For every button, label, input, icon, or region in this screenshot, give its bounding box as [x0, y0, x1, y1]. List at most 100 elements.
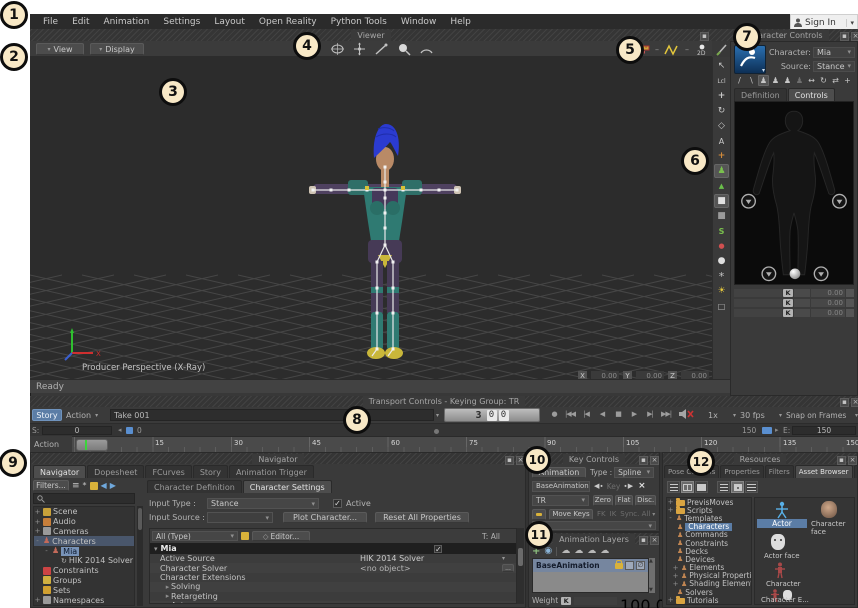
mirror-icon[interactable]: ↔: [806, 75, 817, 86]
lock-icon[interactable]: [241, 532, 249, 540]
zoom-icon[interactable]: [397, 42, 411, 56]
cube-secondary-icon[interactable]: ■: [714, 209, 729, 223]
local-global-toggle-icon[interactable]: Lcl: [714, 74, 729, 88]
tab-fcurves[interactable]: FCurves: [145, 465, 191, 478]
object-header-row[interactable]: ▾ Mia ✓: [150, 543, 516, 554]
loop-marker-icon[interactable]: [126, 427, 133, 434]
character-face-asset-icon[interactable]: [821, 501, 837, 518]
right-foot-effector-button[interactable]: [814, 267, 828, 281]
eye-icon[interactable]: ◉: [544, 546, 552, 556]
chevron-down-icon[interactable]: ▾: [502, 555, 516, 562]
right-hand-effector-button[interactable]: [833, 194, 847, 208]
pan-icon[interactable]: [353, 42, 366, 56]
delete-layer-icon[interactable]: ☁: [600, 546, 609, 556]
key-button[interactable]: K: [783, 299, 793, 307]
pin-translate-icon[interactable]: ⇄: [830, 75, 841, 86]
prop-value[interactable]: <no object>: [360, 564, 502, 573]
sign-in-caret-icon[interactable]: ▾: [846, 19, 854, 27]
collapse-icon[interactable]: ◂: [118, 426, 122, 434]
source-dropdown[interactable]: Stance: [813, 61, 855, 72]
character-model-mia[interactable]: [309, 124, 461, 359]
tab-asset-browser[interactable]: Asset Browser: [795, 465, 853, 478]
rotate-mode-icon[interactable]: ↻: [818, 75, 829, 86]
2d-display-icon[interactable]: 2D: [694, 44, 710, 56]
browse-button[interactable]: ...: [502, 564, 514, 572]
scrollbar-thumb[interactable]: [138, 508, 142, 530]
rotate-tool-icon[interactable]: ↻: [714, 104, 729, 118]
menu-item-python-tools[interactable]: Python Tools: [324, 17, 394, 27]
prop-value[interactable]: HIK 2014 Solver: [360, 554, 502, 563]
skeleton-mode-icon[interactable]: ♟: [794, 75, 805, 86]
menu-item-window[interactable]: Window: [394, 17, 444, 27]
expand-icon[interactable]: ▸: [775, 426, 779, 434]
layers-scrollbar[interactable]: ▲ ▼: [649, 558, 655, 593]
range-slider-handle[interactable]: [762, 427, 772, 434]
merge-layer-icon[interactable]: ☁: [574, 546, 583, 556]
tab-character-definition[interactable]: Character Definition: [147, 480, 242, 493]
tab-groups[interactable]: Groups: [854, 465, 858, 478]
expand-icon[interactable]: ▸: [164, 592, 171, 600]
pin-icon[interactable]: [639, 536, 648, 545]
tree-item-hik-solver[interactable]: ↻HIK 2014 Solver: [34, 556, 134, 566]
detail-view-icon[interactable]: [745, 481, 758, 493]
reach-field[interactable]: [734, 299, 782, 307]
prop-row-solving[interactable]: ▸Solving: [150, 582, 516, 591]
disc-button[interactable]: Disc.: [635, 495, 656, 506]
expand-icon[interactable]: ▸: [164, 602, 171, 604]
full-body-icon[interactable]: ♟: [758, 75, 769, 86]
pin-icon[interactable]: [840, 32, 849, 41]
close-icon[interactable]: [848, 456, 857, 465]
menu-item-help[interactable]: Help: [443, 17, 478, 27]
slider-cell[interactable]: [794, 299, 810, 307]
layer-row-base-animation[interactable]: BaseAnimation ∅: [533, 559, 648, 572]
zero-button[interactable]: Zero: [593, 495, 613, 506]
annotate-tool-icon[interactable]: A: [714, 134, 729, 148]
take-field[interactable]: Take 001: [110, 409, 434, 421]
timeline-scroll-dot[interactable]: [434, 429, 439, 434]
asset-item-character-face[interactable]: Character face: [811, 520, 854, 536]
prop-row-retargeting[interactable]: ▸Retargeting: [150, 592, 516, 601]
display-dropdown-button[interactable]: ▾ Display: [90, 43, 144, 55]
tree-item-prevismoves[interactable]: +PrevisMoves: [667, 498, 751, 506]
speed-dropdown[interactable]: 1x▾: [708, 411, 736, 420]
orbit-icon[interactable]: [330, 42, 345, 56]
tree-item-characters[interactable]: -♟Characters: [34, 536, 134, 546]
asset-item-actor[interactable]: Actor: [757, 519, 807, 528]
scale-tool-icon[interactable]: ◇: [714, 119, 729, 133]
action-dropdown[interactable]: Action ▾: [66, 411, 106, 420]
input-source-dropdown[interactable]: [207, 512, 273, 523]
filters-button[interactable]: Filters...: [33, 480, 69, 491]
flat-button[interactable]: Flat: [615, 495, 634, 506]
tab-animation-trigger[interactable]: Animation Trigger: [229, 465, 314, 478]
tree-item-constraints[interactable]: Constraints: [34, 566, 134, 576]
search-input[interactable]: [33, 493, 135, 504]
type-filter-dropdown[interactable]: All (Type): [152, 531, 238, 541]
thumbnail-view-icon[interactable]: [731, 481, 744, 493]
key-button[interactable]: K: [783, 289, 793, 297]
tree-item-cameras[interactable]: +Cameras: [34, 527, 134, 537]
close-icon[interactable]: [851, 32, 858, 41]
chevron-down-icon[interactable]: ▾: [652, 511, 655, 518]
layer-settings-icon[interactable]: ☁: [587, 546, 596, 556]
marker-tool-icon[interactable]: ●: [714, 239, 729, 253]
play-button[interactable]: ▶: [626, 408, 642, 420]
lock-icon[interactable]: [90, 482, 98, 490]
reach-field[interactable]: [734, 289, 782, 297]
story-button[interactable]: Story: [32, 409, 62, 421]
audio-mute-icon[interactable]: [678, 408, 694, 420]
tree-item-mia[interactable]: -♟Mia: [34, 546, 134, 556]
dock-icon[interactable]: [700, 32, 709, 41]
character-asset-icon[interactable]: [773, 562, 787, 579]
weight-value-field[interactable]: 100.00: [620, 596, 656, 605]
menu-item-animation[interactable]: Animation: [97, 17, 157, 27]
cone-primitive-icon[interactable]: ▲: [714, 179, 729, 193]
option-button[interactable]: [846, 289, 854, 297]
solo-button[interactable]: [625, 561, 634, 570]
scroll-up-icon[interactable]: ▲: [649, 558, 653, 564]
record-button[interactable]: ●: [546, 408, 562, 420]
value-field[interactable]: 0.00: [811, 299, 845, 307]
next-key-button[interactable]: ∙▶: [623, 482, 633, 490]
curve-tool-icon[interactable]: S: [714, 224, 729, 238]
asset-item-character[interactable]: Character: [766, 580, 801, 588]
scrollbar-thumb[interactable]: [518, 548, 523, 566]
